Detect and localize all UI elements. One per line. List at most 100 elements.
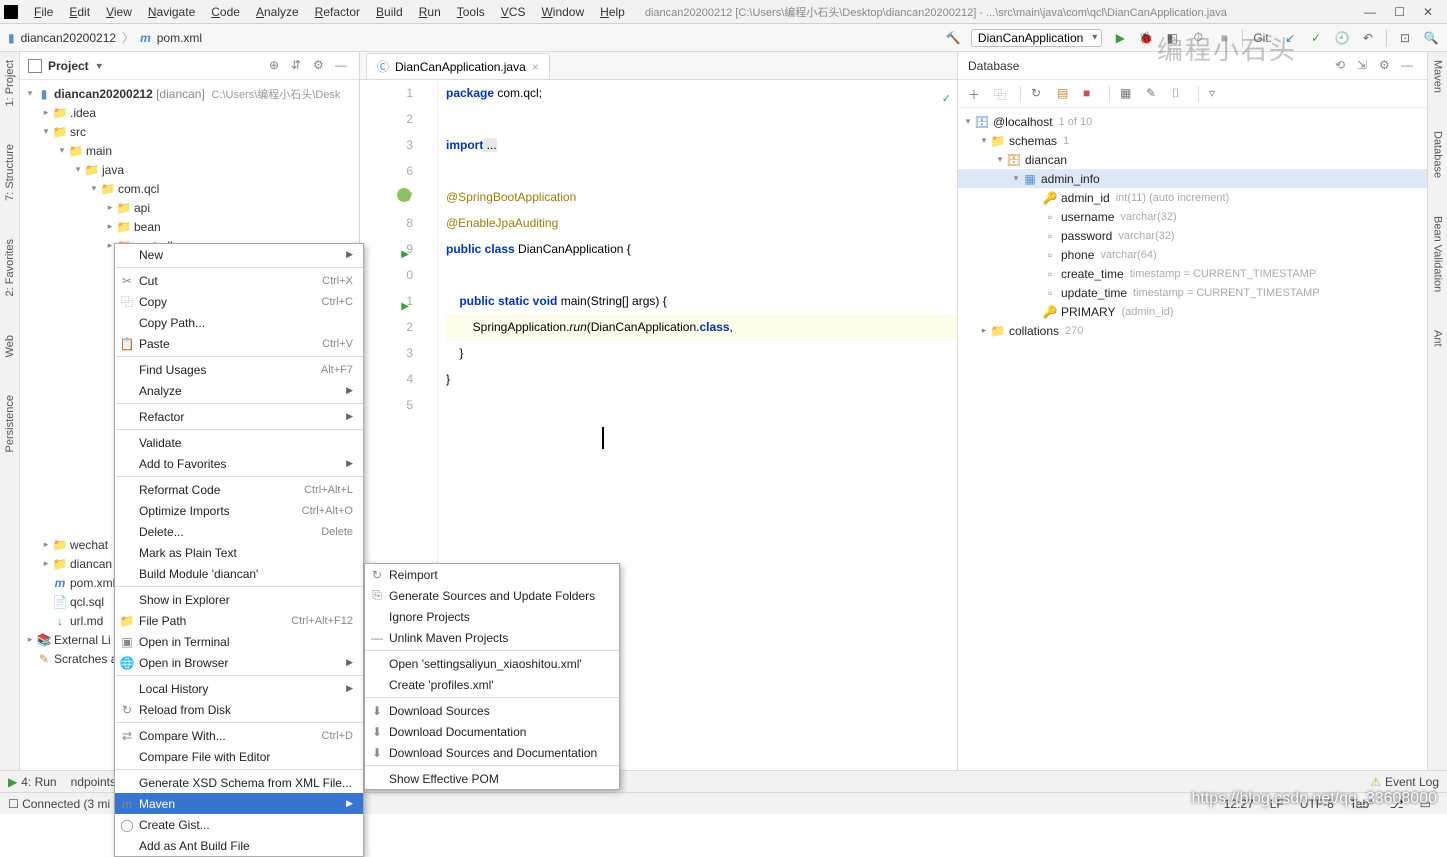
sync-icon[interactable]: ↻ <box>1031 86 1047 102</box>
ctx-item[interactable]: ⇄Compare With...Ctrl+D <box>115 725 363 746</box>
git-branch-icon[interactable]: ⎇ <box>1382 797 1412 811</box>
edit-icon[interactable]: ✎ <box>1146 86 1162 102</box>
memory-indicator[interactable]: ▭ <box>1412 797 1439 811</box>
event-log-tool[interactable]: ⚠Event Log <box>1370 775 1439 789</box>
ctx-item[interactable]: New▶ <box>115 244 363 265</box>
profiler-icon[interactable]: ⏱ <box>1190 30 1206 46</box>
ctx-item[interactable]: ↻Reimport <box>365 564 619 585</box>
ctx-item[interactable]: Show Effective POM <box>365 768 619 789</box>
menu-edit[interactable]: Edit <box>61 3 98 21</box>
minimize-icon[interactable]: — <box>1364 5 1376 19</box>
menu-refactor[interactable]: Refactor <box>307 3 368 21</box>
db-column[interactable]: ▫usernamevarchar(32) <box>958 207 1427 226</box>
ctx-item[interactable]: Find UsagesAlt+F7 <box>115 359 363 380</box>
tool-web[interactable]: Web <box>4 331 16 361</box>
editor-tab[interactable]: Ⓒ DianCanApplication.java × <box>366 53 550 79</box>
disconnect-icon[interactable]: ■ <box>1083 86 1099 102</box>
duplicate-icon[interactable]: ⿻ <box>994 86 1010 102</box>
menu-window[interactable]: Window <box>533 3 592 21</box>
ctx-item[interactable]: ◯Create Gist... <box>115 814 363 835</box>
maximize-icon[interactable]: ☐ <box>1394 5 1405 19</box>
tool-persistence[interactable]: Persistence <box>4 391 16 456</box>
menu-help[interactable]: Help <box>592 3 633 21</box>
nav-back-icon[interactable]: ⊡ <box>1397 30 1413 46</box>
close-tab-icon[interactable]: × <box>532 60 539 74</box>
ctx-item[interactable]: Refactor▶ <box>115 406 363 427</box>
ctx-item[interactable]: ⎘Generate Sources and Update Folders <box>365 585 619 606</box>
ctx-item[interactable]: Optimize ImportsCtrl+Alt+O <box>115 500 363 521</box>
hammer-icon[interactable]: 🔨 <box>945 30 961 46</box>
git-history-icon[interactable]: 🕘 <box>1334 30 1350 46</box>
hide-icon[interactable]: — <box>1401 58 1417 74</box>
db-column[interactable]: 🔑PRIMARY(admin_id) <box>958 302 1427 321</box>
menu-navigate[interactable]: Navigate <box>140 3 203 21</box>
search-everywhere-icon[interactable]: 🔍 <box>1423 30 1439 46</box>
filter-icon[interactable]: ▿ <box>1209 86 1225 102</box>
tool-bean-validation[interactable]: Bean Validation <box>1432 212 1444 296</box>
ctx-item[interactable]: Local History▶ <box>115 678 363 699</box>
collapse-icon[interactable]: ⇵ <box>291 58 307 74</box>
ctx-item[interactable]: Validate <box>115 432 363 453</box>
indent-info[interactable]: Tab* <box>1342 797 1382 811</box>
tool-maven[interactable]: Maven <box>1432 56 1444 97</box>
menu-run[interactable]: Run <box>411 3 449 21</box>
db-column[interactable]: ▫update_timetimestamp = CURRENT_TIMESTAM… <box>958 283 1427 302</box>
endpoints-tool[interactable]: ndpoints <box>71 775 116 789</box>
spring-icon[interactable] <box>397 188 411 202</box>
locate-icon[interactable]: ⊕ <box>269 58 285 74</box>
file-encoding[interactable]: UTF-8 <box>1292 797 1342 811</box>
coverage-icon[interactable]: ◧ <box>1164 30 1180 46</box>
breadcrumb-project[interactable]: diancan20200212 <box>21 31 116 45</box>
caret-position[interactable]: 12:27 <box>1216 797 1262 811</box>
tool-ant[interactable]: Ant <box>1432 326 1444 351</box>
hide-icon[interactable]: — <box>335 58 351 74</box>
database-tree[interactable]: ▾🗄@localhost1 of 10 ▾📁schemas1 ▾🗄diancan… <box>958 108 1427 770</box>
db-column[interactable]: ▫phonevarchar(64) <box>958 245 1427 264</box>
ctx-item[interactable]: Mark as Plain Text <box>115 542 363 563</box>
menu-tools[interactable]: Tools <box>449 3 493 21</box>
ctx-item[interactable]: Delete...Delete <box>115 521 363 542</box>
ctx-item[interactable]: Analyze▶ <box>115 380 363 401</box>
refresh-icon[interactable]: ⟲ <box>1335 58 1351 74</box>
tool-favorites[interactable]: 2: Favorites <box>4 235 16 300</box>
close-icon[interactable]: ✕ <box>1423 5 1433 19</box>
console-icon[interactable]: ⌷ <box>1172 86 1188 102</box>
breadcrumb-file[interactable]: pom.xml <box>157 31 202 45</box>
ctx-item[interactable]: ⿻CopyCtrl+C <box>115 291 363 312</box>
db-column[interactable]: ▫create_timetimestamp = CURRENT_TIMESTAM… <box>958 264 1427 283</box>
context-menu-maven[interactable]: ↻Reimport⎘Generate Sources and Update Fo… <box>364 563 620 790</box>
ctx-item[interactable]: ⬇Download Sources <box>365 700 619 721</box>
run-config-select[interactable]: DianCanApplication <box>971 29 1102 47</box>
add-datasource-icon[interactable]: ＋ <box>968 86 984 102</box>
ctx-item[interactable]: Copy Path... <box>115 312 363 333</box>
menu-file[interactable]: File <box>26 3 61 21</box>
ctx-item[interactable]: Add to Favorites▶ <box>115 453 363 474</box>
ctx-item[interactable]: 📁File PathCtrl+Alt+F12 <box>115 610 363 631</box>
context-menu-main[interactable]: New▶✂CutCtrl+X⿻CopyCtrl+CCopy Path...📋Pa… <box>114 243 364 857</box>
ctx-item[interactable]: ⬇Download Sources and Documentation <box>365 742 619 763</box>
git-update-icon[interactable]: ↙ <box>1282 30 1298 46</box>
settings-icon[interactable]: ⚙ <box>313 58 329 74</box>
menu-code[interactable]: Code <box>203 3 248 21</box>
ctx-item[interactable]: 🌐Open in Browser▶ <box>115 652 363 673</box>
tool-database[interactable]: Database <box>1432 127 1444 182</box>
ctx-item[interactable]: Compare File with Editor <box>115 746 363 767</box>
ctx-item[interactable]: Ignore Projects <box>365 606 619 627</box>
run-icon[interactable]: ▶ <box>1112 30 1128 46</box>
ctx-item[interactable]: —Unlink Maven Projects <box>365 627 619 648</box>
debug-icon[interactable]: 🐞 <box>1138 30 1154 46</box>
tool-structure[interactable]: 7: Structure <box>4 140 16 205</box>
run-tool[interactable]: ▶4: Run <box>8 775 57 789</box>
menu-vcs[interactable]: VCS <box>493 3 534 21</box>
ctx-item[interactable]: Build Module 'diancan' <box>115 563 363 584</box>
tool-project[interactable]: 1: Project <box>4 56 16 110</box>
git-commit-icon[interactable]: ✓ <box>1308 30 1324 46</box>
ctx-item[interactable]: ▣Open in Terminal <box>115 631 363 652</box>
ctx-item[interactable]: Generate XSD Schema from XML File... <box>115 772 363 793</box>
ctx-item[interactable]: Show in Explorer <box>115 589 363 610</box>
ctx-item[interactable]: Open 'settingsaliyun_xiaoshitou.xml' <box>365 653 619 674</box>
menu-view[interactable]: View <box>98 3 140 21</box>
line-separator[interactable]: LF <box>1262 797 1292 811</box>
ctx-item[interactable]: ↻Reload from Disk <box>115 699 363 720</box>
ctx-item[interactable]: Create 'profiles.xml' <box>365 674 619 695</box>
